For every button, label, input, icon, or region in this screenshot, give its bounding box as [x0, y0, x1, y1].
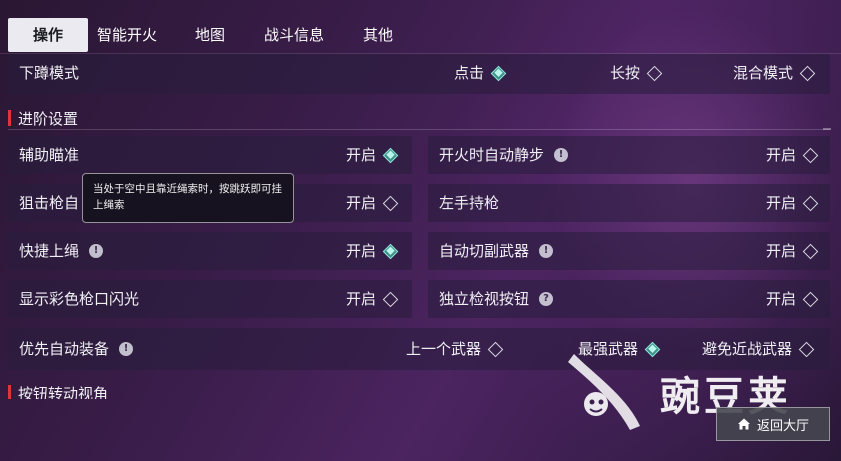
auto-switch-secondary-toggle[interactable]: 开启 [766, 232, 819, 270]
info-icon[interactable]: ! [539, 244, 554, 258]
back-button-label: 返回大厅 [756, 418, 809, 434]
setting-row-aim-assist: 辅助瞄准 开启 [8, 136, 412, 174]
checked-diamond-icon [490, 65, 507, 81]
setting-row-left-hand: 左手持枪 开启 [428, 184, 830, 222]
toggle-label: 开启 [346, 146, 377, 164]
setting-label: 自动切副武器 ! [439, 232, 554, 270]
checked-diamond-icon [382, 147, 399, 163]
diamond-icon [802, 291, 819, 307]
section-divider [8, 129, 830, 130]
home-icon [737, 418, 750, 430]
tab-bar: 操作 智能开火 地图 战斗信息 其他 [0, 18, 841, 52]
section-accent-bar [8, 110, 11, 126]
setting-label-text: 独立检视按钮 [439, 290, 530, 308]
crouch-option-hold[interactable]: 长按 [610, 54, 663, 92]
section-title-advanced: 进阶设置 [8, 108, 78, 129]
setting-label: 左手持枪 [439, 194, 500, 212]
section-title-text: 进阶设置 [18, 110, 79, 128]
diamond-icon [802, 243, 819, 259]
back-to-lobby-button[interactable]: 返回大厅 [716, 407, 830, 441]
tab-operation[interactable]: 操作 [8, 18, 88, 52]
left-hand-toggle[interactable]: 开启 [766, 184, 819, 222]
tooltip-rope: 当处于空中且靠近绳索时，按跳跃即可挂上绳索 [82, 173, 294, 223]
diamond-icon [646, 65, 663, 81]
crouch-option-mixed[interactable]: 混合模式 [733, 54, 816, 92]
setting-row-auto-silent-walk: 开火时自动静步 ! 开启 [428, 136, 830, 174]
option-label: 混合模式 [733, 64, 794, 82]
setting-label: 独立检视按钮 ? [439, 280, 554, 318]
checked-diamond-icon [382, 243, 399, 259]
tab-battle-info[interactable]: 战斗信息 [254, 18, 334, 52]
setting-row-auto-switch-secondary: 自动切副武器 ! 开启 [428, 232, 830, 270]
setting-label-text: 自动切副武器 [439, 242, 530, 260]
setting-label: 优先自动装备 ! [19, 328, 134, 370]
option-label: 点击 [454, 64, 485, 82]
info-icon[interactable]: ! [119, 342, 134, 356]
diamond-icon [487, 341, 504, 357]
auto-silent-walk-toggle[interactable]: 开启 [766, 136, 819, 174]
setting-label: 快捷上绳 ! [19, 232, 104, 270]
color-muzzle-flash-toggle[interactable]: 开启 [346, 280, 399, 318]
diamond-icon [802, 195, 819, 211]
auto-equip-option-last-weapon[interactable]: 上一个武器 [406, 328, 504, 370]
inspect-button-toggle[interactable]: 开启 [766, 280, 819, 318]
section-accent-bar [8, 385, 11, 399]
setting-row-inspect-button: 独立检视按钮 ? 开启 [428, 280, 830, 318]
setting-label-text: 快捷上绳 [19, 242, 80, 260]
tab-smart-fire[interactable]: 智能开火 [88, 18, 166, 52]
sniper-auto-toggle[interactable]: 开启 [346, 184, 399, 222]
setting-label: 狙击枪自 [19, 194, 80, 212]
info-icon[interactable]: ! [554, 148, 569, 162]
diamond-icon [802, 147, 819, 163]
crouch-mode-row: 下蹲模式 点击 长按 混合模式 [8, 54, 830, 94]
setting-label: 显示彩色枪口闪光 [19, 290, 140, 308]
scroll-indicator [823, 128, 831, 130]
setting-row-color-muzzle-flash: 显示彩色枪口闪光 开启 [8, 280, 412, 318]
crouch-mode-label: 下蹲模式 [19, 64, 80, 82]
toggle-label: 开启 [766, 146, 797, 164]
help-icon[interactable]: ? [539, 292, 554, 306]
toggle-label: 开启 [346, 194, 377, 212]
option-label: 上一个武器 [406, 340, 482, 358]
info-icon[interactable]: ! [89, 244, 104, 258]
tab-map[interactable]: 地图 [180, 18, 240, 52]
setting-label: 开火时自动静步 ! [439, 136, 569, 174]
tab-other[interactable]: 其他 [348, 18, 408, 52]
setting-label-text: 开火时自动静步 [439, 146, 545, 164]
pea-logo-icon [568, 354, 640, 430]
toggle-label: 开启 [766, 194, 797, 212]
section-title-text: 按钮转动视角 [18, 385, 109, 399]
diamond-icon [799, 65, 816, 81]
toggle-label: 开启 [346, 242, 377, 260]
toggle-label: 开启 [766, 290, 797, 308]
toggle-label: 开启 [346, 290, 377, 308]
diamond-icon [382, 291, 399, 307]
aim-assist-toggle[interactable]: 开启 [346, 136, 399, 174]
option-label: 长按 [610, 64, 641, 82]
diamond-icon [382, 195, 399, 211]
setting-label-text: 优先自动装备 [19, 340, 110, 358]
quick-rope-toggle[interactable]: 开启 [346, 232, 399, 270]
section-title-camera-buttons: 按钮转动视角 [8, 383, 108, 399]
toggle-label: 开启 [766, 242, 797, 260]
setting-row-quick-rope: 快捷上绳 ! 开启 [8, 232, 412, 270]
setting-label: 辅助瞄准 [19, 146, 80, 164]
crouch-option-tap[interactable]: 点击 [454, 54, 507, 92]
